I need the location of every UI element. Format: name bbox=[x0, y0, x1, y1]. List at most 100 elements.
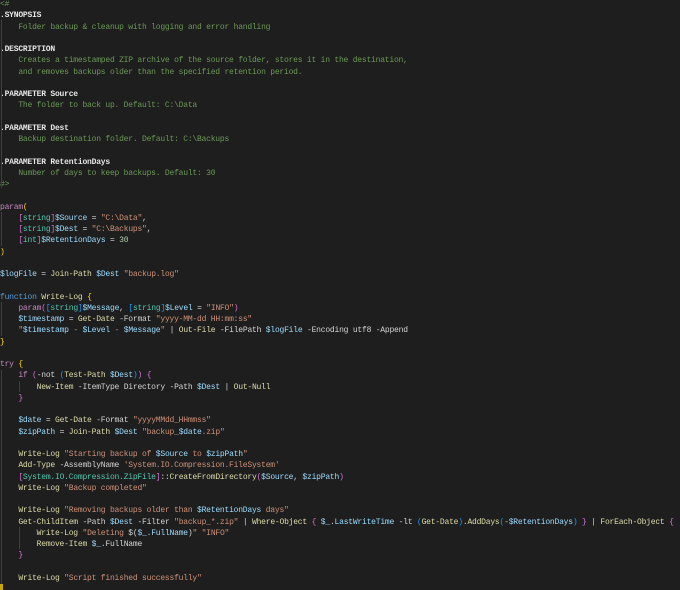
code-token: Write-Log bbox=[18, 506, 60, 516]
code-token: -lt bbox=[394, 517, 417, 527]
code-token: param bbox=[18, 303, 42, 313]
code-token: $date bbox=[178, 427, 202, 437]
code-token: .PARAMETER RetentionDays bbox=[0, 157, 110, 167]
indent-guide bbox=[19, 527, 20, 549]
code-token: "backup_ bbox=[142, 427, 179, 437]
code-token: = bbox=[36, 270, 51, 279]
code-token: if bbox=[18, 371, 28, 381]
code-token: } bbox=[0, 337, 5, 347]
code-token: $RetentionDays bbox=[508, 517, 573, 527]
code-token: 'System.IO.Compression.FileSystem' bbox=[123, 461, 280, 471]
code-token: { bbox=[669, 517, 674, 527]
code-line: .PARAMETER RetentionDays bbox=[0, 157, 680, 168]
code-token: "Removing backups older than bbox=[64, 506, 197, 516]
indent-guide bbox=[1, 302, 2, 336]
code-token: The folder to back up. Default: C:\Data bbox=[0, 101, 197, 111]
code-token: .FullName bbox=[146, 528, 188, 538]
code-token: } bbox=[18, 393, 23, 403]
code-token: -Format bbox=[114, 315, 156, 324]
code-token: Get-Date bbox=[54, 416, 92, 426]
code-token: ) bbox=[0, 247, 5, 257]
code-line: $date = Get-Date -Format "yyyyMMdd_HHmms… bbox=[0, 415, 680, 426]
code-line: param([string]$Message, [string]$Level =… bbox=[0, 303, 680, 314]
code-token: { bbox=[18, 360, 23, 369]
code-line: Write-Log "Backup completed" bbox=[0, 483, 680, 494]
code-token: int bbox=[22, 236, 37, 246]
code-token: $Level bbox=[165, 303, 193, 313]
code-line: $timestamp = Get-Date -Format "yyyy-MM-d… bbox=[0, 314, 680, 325]
code-token: = bbox=[41, 416, 55, 426]
code-token: "Backup completed" bbox=[64, 483, 147, 493]
code-line: [string]$Dest = "C:\Backups", bbox=[0, 224, 680, 235]
code-token: $Message bbox=[82, 303, 120, 313]
gutter-marker bbox=[0, 584, 3, 590]
code-line: } bbox=[0, 393, 680, 404]
code-token: -Encoding utf8 -Append bbox=[302, 326, 408, 336]
code-token: - bbox=[68, 326, 83, 336]
indent-guide bbox=[19, 381, 20, 392]
code-token: .zip" bbox=[201, 427, 225, 437]
code-token: $Dest bbox=[110, 371, 133, 381]
code-token: $logFile bbox=[265, 326, 303, 336]
code-token: "C:\Data" bbox=[100, 213, 143, 223]
code-token: Where-Object bbox=[252, 517, 307, 527]
code-line: Write-Log "Starting backup of $Source to… bbox=[0, 449, 680, 460]
code-token: Out-Null bbox=[233, 382, 271, 392]
code-line: $logFile = Join-Path $Dest "backup.log" bbox=[0, 269, 680, 280]
code-token: } bbox=[18, 551, 23, 561]
code-token: -ItemType Directory -Path bbox=[73, 382, 197, 392]
code-token: "yyyyMMdd_HHmmss" bbox=[132, 416, 211, 426]
code-token: " bbox=[242, 450, 248, 459]
code-token: { bbox=[146, 371, 152, 381]
code-token: "backup_*.zip" bbox=[174, 517, 239, 527]
code-token: $RetentionDays bbox=[197, 506, 262, 516]
code-line: ) bbox=[0, 247, 680, 258]
code-token: "Script finished successfully" bbox=[64, 573, 202, 583]
code-line: Backup destination folder. Default: C:\B… bbox=[0, 134, 680, 145]
code-token: $Dest bbox=[96, 270, 120, 279]
code-line: Remove-Item $_.FullName bbox=[0, 539, 680, 550]
code-token: $RetentionDays bbox=[41, 236, 106, 246]
code-token: - bbox=[109, 326, 124, 336]
code-editor[interactable]: <# .SYNOPSIS Folder backup & cleanup with… bbox=[0, 0, 680, 584]
code-token: "INFO" bbox=[201, 528, 230, 538]
code-token: $_ bbox=[137, 528, 147, 538]
code-line: Folder backup & cleanup with logging and… bbox=[0, 22, 680, 33]
code-token: "Starting backup of bbox=[64, 450, 156, 459]
code-token: | bbox=[219, 382, 234, 392]
code-token: -Format bbox=[91, 416, 133, 426]
code-token: = bbox=[64, 315, 78, 324]
code-token: function bbox=[0, 292, 37, 302]
code-line: [int]$RetentionDays = 30 bbox=[0, 235, 680, 246]
code-line: .DESCRIPTION bbox=[0, 44, 680, 55]
code-line: } bbox=[0, 550, 680, 561]
code-token: ) bbox=[339, 472, 344, 482]
indent-guide bbox=[1, 212, 2, 246]
code-token: Write-Log bbox=[18, 450, 60, 459]
code-token: and removes backups older than the speci… bbox=[0, 67, 303, 77]
code-token: days" bbox=[261, 506, 289, 516]
code-token: | bbox=[164, 326, 179, 336]
code-token: $_ bbox=[320, 517, 330, 527]
code-token: Folder backup & cleanup with logging and… bbox=[0, 22, 271, 32]
code-token: <# bbox=[0, 0, 10, 9]
code-token: $Source bbox=[155, 450, 188, 459]
